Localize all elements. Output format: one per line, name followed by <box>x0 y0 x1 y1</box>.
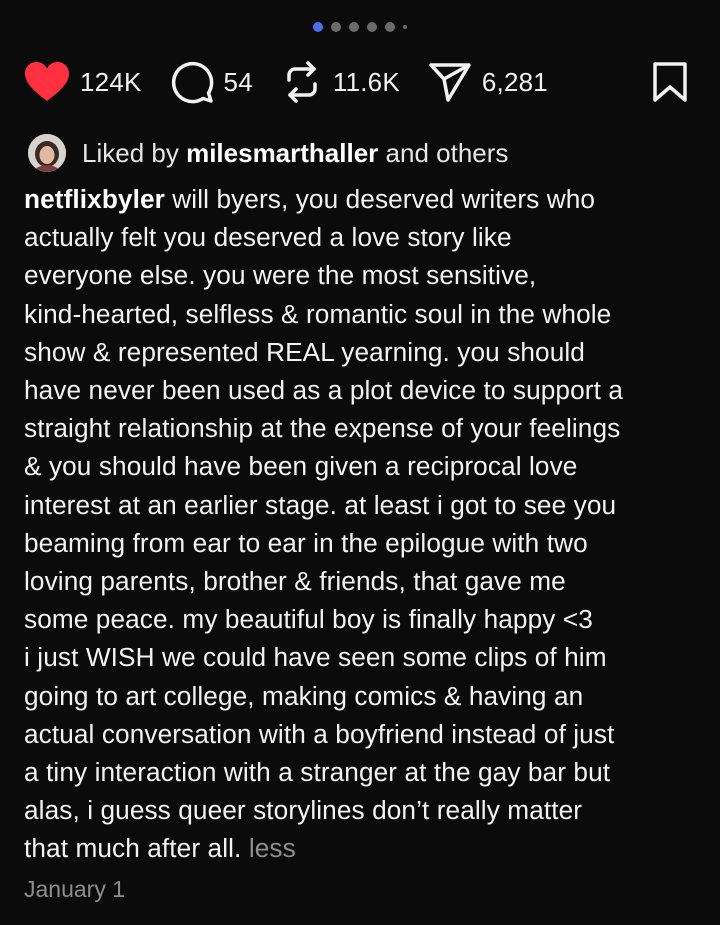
liked-by-prefix: Liked by <box>82 137 179 168</box>
caption-line: i just WISH we could have seen some clip… <box>24 642 607 673</box>
like-count: 124K <box>80 66 142 97</box>
caption-line: will byers, you deserved writers who <box>164 184 596 214</box>
caption-username[interactable]: netflixbyler <box>24 184 165 214</box>
save-button[interactable] <box>652 62 688 107</box>
carousel-dot[interactable] <box>385 22 395 32</box>
less-link[interactable]: less <box>249 833 296 863</box>
bookmark-icon <box>653 62 687 102</box>
carousel-dot[interactable] <box>403 25 407 29</box>
liked-by-row: Liked by milesmarthaller and others <box>28 134 508 172</box>
like-button[interactable]: 124K <box>24 61 142 103</box>
avatar[interactable] <box>28 134 66 172</box>
comment-button[interactable]: 54 <box>170 60 253 104</box>
heart-icon <box>25 62 69 101</box>
caption-line: alas, i guess queer storylines don’t rea… <box>24 795 583 826</box>
caption-line: everyone else. you were the most sensiti… <box>24 260 537 291</box>
comment-count: 54 <box>223 66 253 97</box>
send-icon <box>429 63 471 102</box>
carousel-dot-active[interactable] <box>313 22 323 32</box>
repost-count: 11.6K <box>332 66 400 97</box>
repost-button[interactable]: 11.6K <box>281 60 400 104</box>
post-date: January 1 <box>24 876 126 902</box>
caption-line: a tiny interaction with a stranger at th… <box>24 757 611 788</box>
caption-line: some peace. my beautiful boy is finally … <box>24 604 593 635</box>
caption-line: straight relationship at the expense of … <box>24 413 621 444</box>
carousel-dot[interactable] <box>367 22 377 32</box>
repost-icon <box>287 61 317 103</box>
carousel-dot[interactable] <box>349 22 359 32</box>
caption-line: actual conversation with a boyfriend ins… <box>24 718 615 749</box>
post-caption: netflixbyler will byers, you deserved wr… <box>24 180 700 868</box>
caption-line: loving parents, brother & friends, that … <box>24 566 566 597</box>
caption-line: interest at an earlier stage. at least i… <box>24 489 617 520</box>
liked-by-username[interactable]: milesmarthaller <box>186 138 378 169</box>
caption-line: going to art college, making comics & ha… <box>24 680 584 711</box>
share-button[interactable]: 6,281 <box>428 61 548 103</box>
avatar-image <box>28 134 66 172</box>
caption-line: show & represented REAL yearning. you sh… <box>24 336 585 367</box>
caption-line: that much after all. <box>24 833 242 864</box>
action-bar: 124K 54 11.6K 6,281 <box>24 58 696 106</box>
carousel-indicator <box>0 22 720 32</box>
comment-icon <box>171 61 213 104</box>
caption-line: kind-hearted, selfless & romantic soul i… <box>24 298 612 329</box>
caption-line: beaming from ear to ear in the epilogue … <box>24 527 588 558</box>
caption-line: & you should have been given a reciproca… <box>24 451 578 482</box>
liked-by-suffix[interactable]: and others <box>386 138 509 169</box>
caption-line: have never been used as a plot device to… <box>24 375 623 406</box>
share-count: 6,281 <box>481 66 548 97</box>
caption-line: actually felt you deserved a love story … <box>24 222 512 253</box>
carousel-dot[interactable] <box>331 22 341 32</box>
